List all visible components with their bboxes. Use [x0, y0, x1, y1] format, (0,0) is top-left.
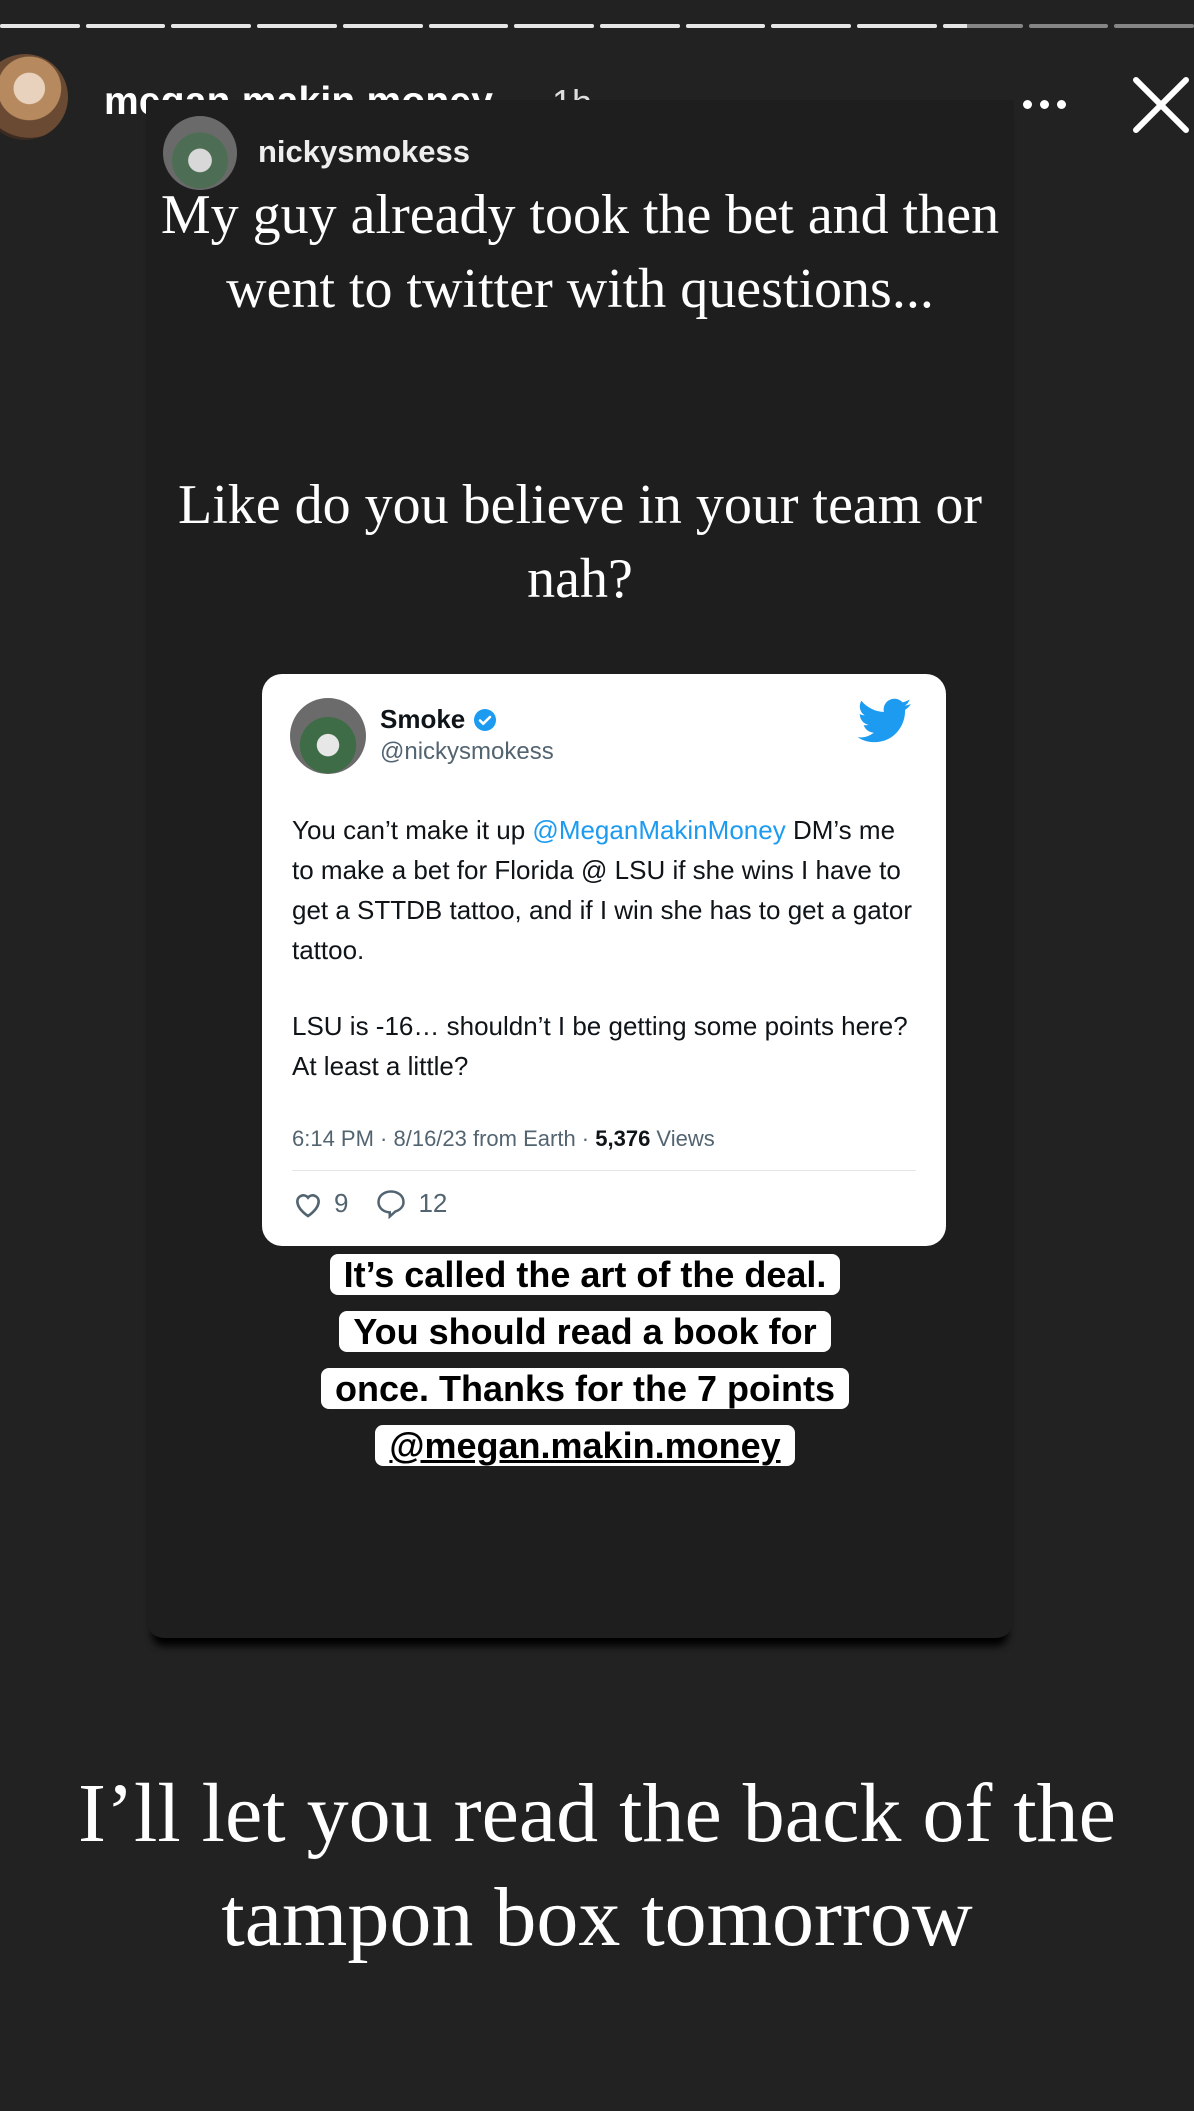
tweet-author-name: Smoke	[380, 704, 466, 734]
tweet-timestamp: 6:14 PM · 8/16/23 from Earth ·	[292, 1126, 596, 1151]
tweet-author-avatar	[290, 698, 366, 774]
progress-segment-fill	[342, 24, 423, 28]
tweet-meta: 6:14 PM · 8/16/23 from Earth · 5,376 Vie…	[292, 1126, 715, 1152]
tweet-paragraph-1: You can’t make it up @MeganMakinMoney DM…	[292, 810, 922, 970]
progress-segment	[171, 24, 252, 28]
reply-bubble-icon	[377, 1189, 406, 1219]
heart-icon	[295, 1193, 321, 1218]
tweet-author-handle: @nickysmokess	[380, 738, 554, 765]
reply-count: 12	[418, 1188, 448, 1218]
progress-segment	[342, 24, 423, 28]
like-action[interactable]: 9	[292, 1188, 348, 1219]
twitter-bird-icon	[858, 698, 912, 743]
reply-action[interactable]: 12	[374, 1188, 447, 1219]
progress-segment	[685, 24, 766, 28]
progress-segment-fill	[257, 24, 337, 28]
tweet-card[interactable]: Smoke @nickysmokess You can’t make it up…	[262, 674, 946, 1246]
progress-segment	[0, 24, 80, 28]
mention-sticker[interactable]: @megan.makin.money	[375, 1425, 795, 1466]
progress-segment	[85, 24, 166, 28]
story-progress-bar	[0, 24, 1194, 29]
tweet-author-name-row: Smoke	[380, 704, 497, 735]
tweet-actions: 9 12	[292, 1188, 473, 1219]
original-poster-username[interactable]: nickysmokess	[258, 134, 470, 170]
progress-segment	[514, 24, 595, 28]
progress-segment-fill	[857, 24, 937, 28]
reshare-caption-2: Like do you believe in your team or nah?	[178, 474, 982, 610]
progress-segment-fill	[685, 24, 766, 28]
progress-segment-fill	[85, 24, 166, 28]
verified-badge-icon	[474, 708, 497, 731]
reshare-caption-1: My guy already took the bet and then wen…	[160, 184, 1000, 320]
progress-segment	[771, 24, 852, 28]
tweet-text: You can’t make it up	[292, 815, 533, 845]
profile-avatar[interactable]	[0, 54, 68, 140]
tweet-views-count: 5,376	[595, 1126, 651, 1151]
tweet-mention-link[interactable]: @MeganMakinMoney	[532, 815, 785, 845]
progress-segment	[1114, 24, 1194, 28]
sticker-text: It’s called the art of the deal. You sho…	[300, 1246, 870, 1474]
progress-segment-fill	[514, 24, 595, 28]
progress-segment-fill	[0, 24, 80, 28]
close-icon[interactable]	[1126, 70, 1194, 140]
progress-segment	[1028, 24, 1109, 28]
progress-segment	[857, 24, 937, 28]
more-horizontal-icon[interactable]	[1010, 74, 1078, 134]
progress-segment-fill	[942, 24, 967, 28]
like-count: 9	[334, 1188, 349, 1218]
sticker-message: It’s called the art of the deal. You sho…	[320, 1254, 850, 1409]
tweet-body: You can’t make it up @MeganMakinMoney DM…	[292, 810, 922, 1122]
progress-segment-fill	[600, 24, 680, 28]
tweet-divider	[292, 1170, 916, 1171]
progress-segment	[257, 24, 337, 28]
story-caption: I’ll let you read the back of the tampon…	[78, 1767, 1116, 1964]
progress-segment-fill	[428, 24, 509, 28]
progress-segment-fill	[171, 24, 252, 28]
progress-segment	[600, 24, 680, 28]
progress-segment	[942, 24, 1023, 28]
progress-segment	[428, 24, 509, 28]
tweet-paragraph-2: LSU is -16… shouldn’t I be getting some …	[292, 1011, 908, 1081]
progress-segment-fill	[771, 24, 852, 28]
tweet-views-label: Views	[650, 1126, 715, 1151]
